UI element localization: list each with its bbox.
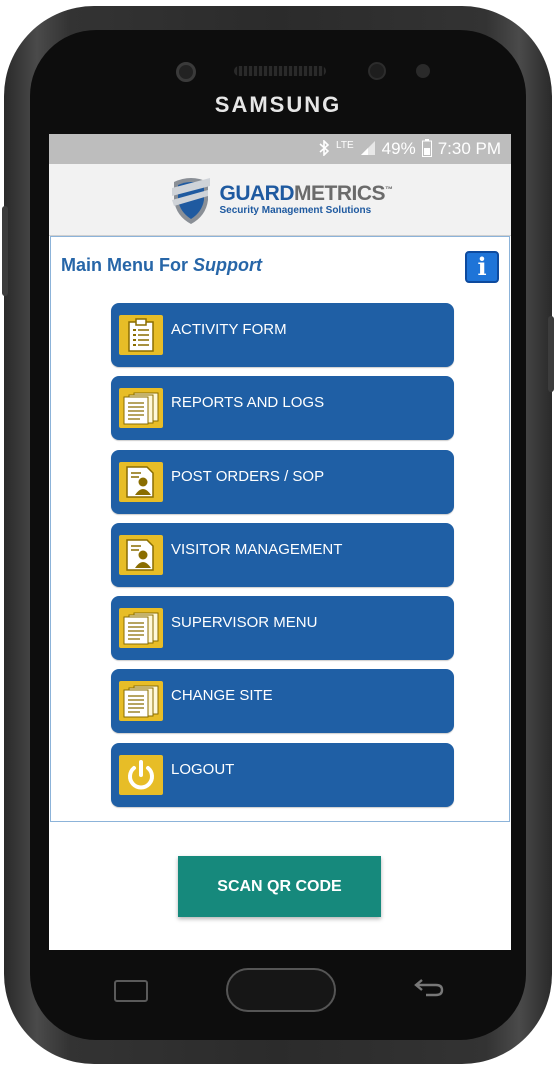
home-nav-button[interactable] [226, 968, 336, 1012]
shield-logo-icon [168, 174, 214, 226]
menu-item-label: VISITOR MANAGEMENT [171, 540, 343, 558]
supervisor-menu-button[interactable]: SUPERVISOR MENU [111, 596, 454, 661]
power-side-button [548, 316, 554, 392]
person-document-icon [119, 534, 163, 575]
proximity-sensor [368, 62, 386, 80]
logo-text: GUARDMETRICS™ Security Management Soluti… [220, 183, 393, 216]
power-icon [119, 754, 163, 795]
clipboard-icon [119, 315, 163, 355]
network-type: LTE [336, 139, 354, 151]
bluetooth-icon [318, 138, 330, 159]
documents-icon [119, 388, 163, 429]
menu-item-label: CHANGE SITE [171, 687, 273, 705]
app-header: GUARDMETRICS™ Security Management Soluti… [49, 164, 511, 236]
menu-item-label: LOGOUT [171, 760, 235, 778]
logo-tagline: Security Management Solutions [219, 205, 372, 216]
visitor-management-button[interactable]: VISITOR MANAGEMENT [111, 522, 454, 587]
menu-list: ACTIVITY FORM REPORTS AND LOGS POST ORDE… [111, 303, 454, 816]
scan-qr-code-button[interactable]: SCAN QR CODE [178, 856, 381, 917]
recents-nav-button[interactable] [114, 980, 148, 1002]
device-brand: SAMSUNG [214, 92, 342, 117]
reports-and-logs-button[interactable]: REPORTS AND LOGS [111, 376, 454, 441]
change-site-button[interactable]: CHANGE SITE [111, 669, 454, 734]
logo-name-guard: GUARD [219, 182, 295, 205]
logo-name-metrics: METRICS [294, 182, 386, 205]
activity-form-button[interactable]: ACTIVITY FORM [111, 303, 454, 367]
person-document-icon [119, 461, 163, 502]
signal-icon [360, 140, 376, 159]
main-menu-panel: Main Menu For Support i ACTIVITY FORM RE… [50, 236, 510, 822]
menu-item-label: SUPERVISOR MENU [171, 614, 318, 632]
volume-button [2, 206, 8, 296]
logout-button[interactable]: LOGOUT [111, 742, 454, 807]
status-bar: LTE 49% 7:30 PM [49, 134, 511, 164]
page-title-user: Support [193, 255, 262, 275]
menu-item-label: POST ORDERS / SOP [171, 467, 325, 485]
battery-percent: 49% [381, 139, 416, 158]
front-camera [176, 62, 196, 82]
light-sensor [416, 64, 430, 78]
earpiece-speaker [234, 66, 326, 76]
documents-icon [119, 681, 163, 722]
documents-icon [119, 608, 163, 649]
logo-trademark: ™ [385, 185, 393, 194]
post-orders-sop-button[interactable]: POST ORDERS / SOP [111, 449, 454, 514]
page-title-prefix: Main Menu For [61, 255, 193, 275]
page-title: Main Menu For Support [61, 255, 262, 276]
info-button[interactable]: i [465, 251, 499, 283]
menu-item-label: ACTIVITY FORM [171, 321, 287, 338]
status-time: 7:30 PM [437, 139, 501, 158]
battery-icon [421, 138, 432, 160]
app-screen: LTE 49% 7:30 PM GUARDMETRICS™ Security M… [49, 134, 511, 950]
back-nav-icon[interactable] [414, 976, 444, 1005]
menu-item-label: REPORTS AND LOGS [171, 394, 325, 412]
